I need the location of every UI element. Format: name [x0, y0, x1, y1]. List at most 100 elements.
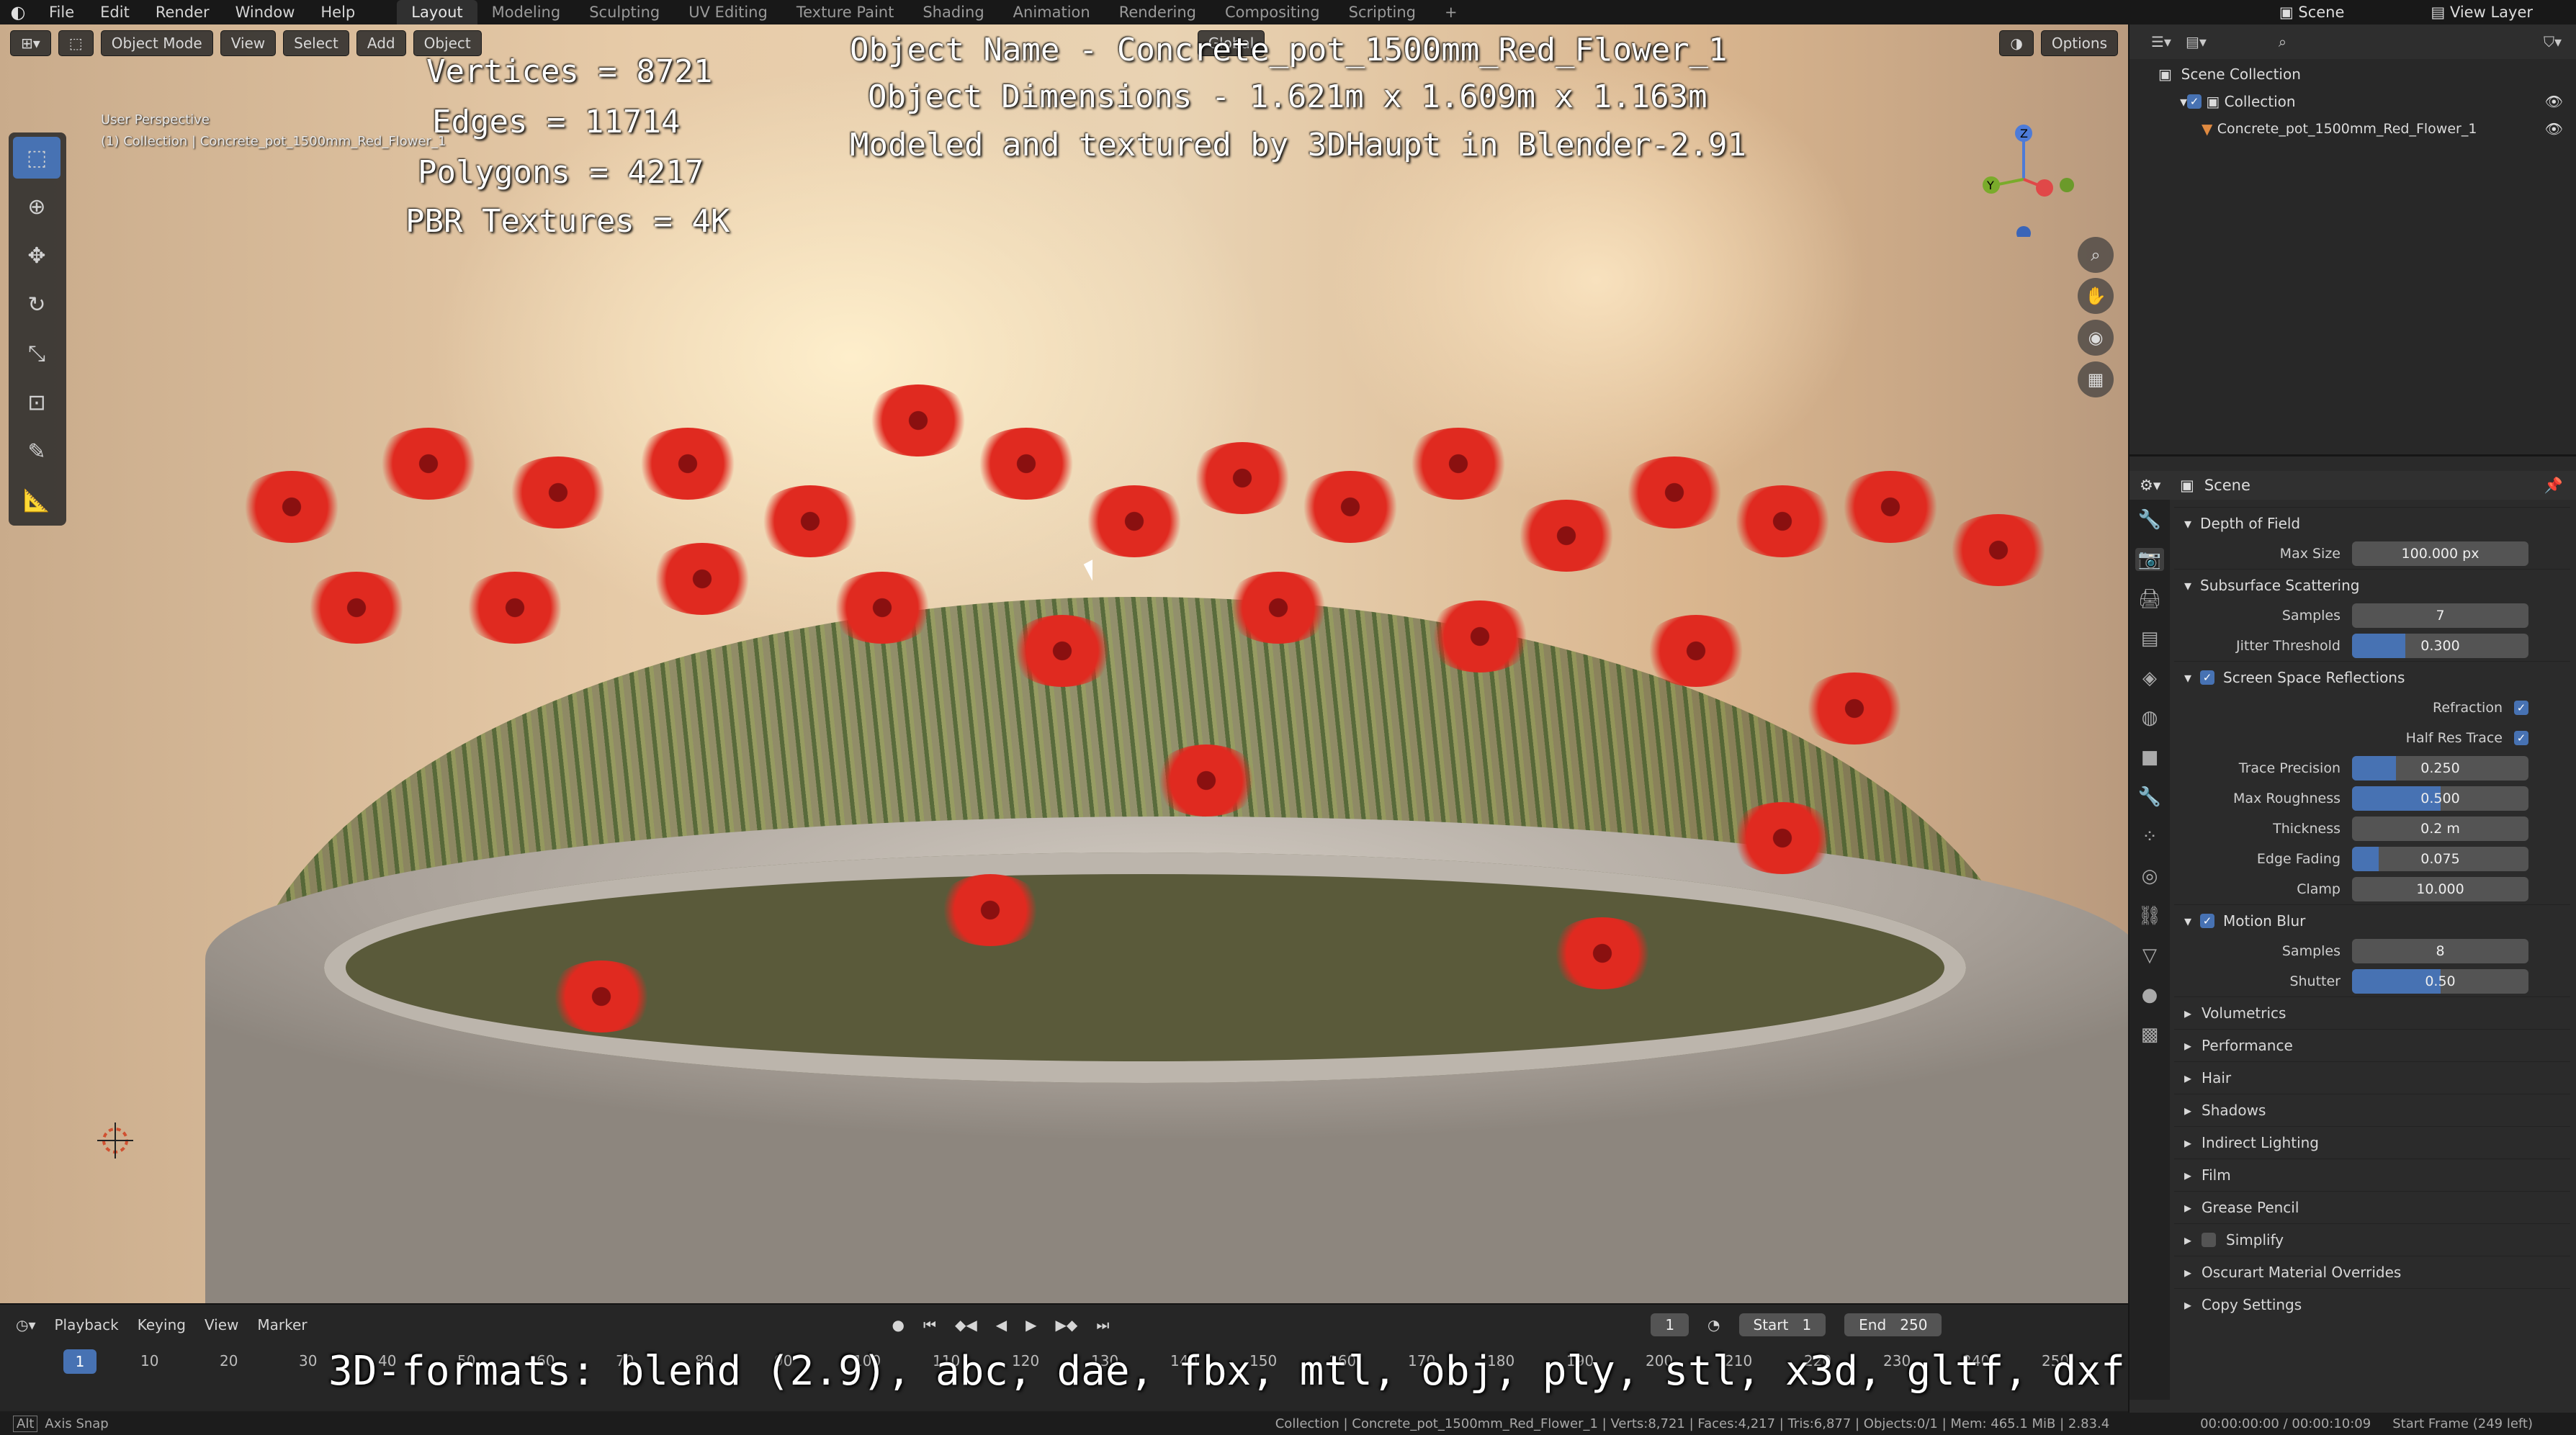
- scene-tab-icon[interactable]: ◈: [2135, 667, 2164, 690]
- panel-film[interactable]: ▸ Film: [2174, 1159, 2570, 1191]
- panel-performance[interactable]: ▸ Performance: [2174, 1029, 2570, 1061]
- particles-tab-icon[interactable]: ⁘: [2135, 825, 2164, 848]
- record-icon[interactable]: ●: [892, 1316, 905, 1333]
- play-icon[interactable]: ▶: [1026, 1316, 1036, 1333]
- refraction-checkbox[interactable]: ✓: [2514, 701, 2528, 715]
- viewport-menu-add[interactable]: Add: [356, 30, 406, 56]
- ssr-enable-checkbox[interactable]: ✓: [2200, 670, 2215, 685]
- data-tab-icon[interactable]: ▽: [2135, 944, 2164, 967]
- jitter-threshold-slider[interactable]: 0.300: [2352, 634, 2528, 658]
- transform-tool-icon[interactable]: ⊡: [13, 382, 60, 423]
- filter-icon[interactable]: ⛉▾: [2544, 33, 2562, 50]
- sss-samples-field[interactable]: 7: [2352, 603, 2528, 628]
- menu-edit[interactable]: Edit: [87, 4, 143, 21]
- cursor-tool-icon[interactable]: ⊕: [13, 186, 60, 228]
- collection-checkbox[interactable]: ✓: [2187, 94, 2202, 109]
- panel-shadows[interactable]: ▸ Shadows: [2174, 1094, 2570, 1126]
- half-res-trace-checkbox[interactable]: ✓: [2514, 731, 2528, 745]
- clamp-field[interactable]: 10.000: [2352, 877, 2528, 901]
- timeline-editor-icon[interactable]: ◷▾: [16, 1316, 36, 1333]
- 3d-viewport[interactable]: ⊞▾ ⬚ Object Mode View Select Add Object …: [0, 24, 2128, 1303]
- constraints-tab-icon[interactable]: ⛓: [2135, 904, 2164, 927]
- playhead[interactable]: 1: [63, 1349, 97, 1374]
- keying-menu[interactable]: Keying: [138, 1316, 186, 1333]
- world-tab-icon[interactable]: ◍: [2135, 706, 2164, 729]
- panel-oscurart-material-overrides[interactable]: ▸ Oscurart Material Overrides: [2174, 1256, 2570, 1288]
- tab-scripting[interactable]: Scripting: [1334, 0, 1430, 24]
- menu-window[interactable]: Window: [223, 4, 308, 21]
- outliner-row-object[interactable]: ▼ Concrete_pot_1500mm_Red_Flower_1 👁: [2130, 115, 2576, 143]
- motion-blur-checkbox[interactable]: ✓: [2200, 913, 2215, 928]
- navigation-gizmo[interactable]: Z Y: [1970, 107, 2078, 237]
- select-box-tool-icon[interactable]: ⬚: [13, 137, 60, 179]
- ortho-grid-icon[interactable]: ▦: [2078, 361, 2114, 397]
- panel-copy-settings[interactable]: ▸ Copy Settings: [2174, 1288, 2570, 1321]
- next-keyframe-icon[interactable]: ▶◆: [1056, 1316, 1078, 1333]
- tab-sculpting[interactable]: Sculpting: [575, 0, 674, 24]
- current-frame-field[interactable]: 1: [1651, 1313, 1689, 1336]
- shutter-slider[interactable]: 0.50: [2352, 969, 2528, 994]
- properties-editor-icon[interactable]: ⚙▾: [2140, 477, 2160, 494]
- move-tool-icon[interactable]: ✥: [13, 235, 60, 276]
- scale-tool-icon[interactable]: ⤡: [13, 333, 60, 374]
- physics-tab-icon[interactable]: ◎: [2135, 865, 2164, 888]
- view-layer-tab-icon[interactable]: ▤: [2135, 627, 2164, 650]
- end-frame-field[interactable]: End 250: [1844, 1313, 1942, 1336]
- timeline-view-menu[interactable]: View: [205, 1316, 238, 1333]
- tab-rendering[interactable]: Rendering: [1105, 0, 1211, 24]
- menu-render[interactable]: Render: [143, 4, 223, 21]
- max-roughness-slider[interactable]: 0.500: [2352, 786, 2528, 811]
- select-mode-button[interactable]: ⬚: [58, 30, 94, 56]
- camera-view-icon[interactable]: ◉: [2078, 320, 2114, 356]
- output-tab-icon[interactable]: 🖨: [2135, 588, 2164, 611]
- visibility-eye-icon[interactable]: 👁: [2545, 120, 2563, 138]
- options-dropdown[interactable]: Options: [2040, 30, 2118, 56]
- object-tab-icon[interactable]: ■: [2135, 746, 2164, 769]
- tab-animation[interactable]: Animation: [999, 0, 1105, 24]
- panel-screen-space-reflections[interactable]: ▾ ✓ Screen Space Reflections: [2174, 661, 2570, 693]
- panel-grease-pencil[interactable]: ▸ Grease Pencil: [2174, 1191, 2570, 1223]
- annotate-tool-icon[interactable]: ✎: [13, 431, 60, 472]
- tab-texture-paint[interactable]: Texture Paint: [782, 0, 909, 24]
- tab-shading[interactable]: Shading: [908, 0, 998, 24]
- viewport-menu-object[interactable]: Object: [413, 30, 482, 56]
- simplify-checkbox[interactable]: [2202, 1233, 2217, 1247]
- material-tab-icon[interactable]: ●: [2135, 984, 2164, 1007]
- blender-logo-icon[interactable]: ◐: [0, 0, 36, 24]
- outliner-editor-icon[interactable]: ☰▾: [2151, 33, 2171, 50]
- object-mode-dropdown[interactable]: Object Mode: [100, 30, 213, 56]
- edge-fading-slider[interactable]: 0.075: [2352, 847, 2528, 871]
- menu-help[interactable]: Help: [308, 4, 368, 21]
- outliner-row-scene-collection[interactable]: ▣ Scene Collection: [2130, 60, 2576, 88]
- prev-keyframe-icon[interactable]: ◆◀: [955, 1316, 977, 1333]
- view-layer-selector[interactable]: ▤ View Layer: [2431, 4, 2533, 21]
- texture-tab-icon[interactable]: ▩: [2135, 1023, 2164, 1046]
- panel-indirect-lighting[interactable]: ▸ Indirect Lighting: [2174, 1126, 2570, 1159]
- play-reverse-icon[interactable]: ◀: [996, 1316, 1007, 1333]
- shading-solid-icon[interactable]: ◑: [1999, 30, 2034, 56]
- panel-subsurface-scattering[interactable]: ▾ Subsurface Scattering: [2174, 569, 2570, 600]
- tab-layout[interactable]: Layout: [397, 0, 477, 24]
- viewport-menu-view[interactable]: View: [220, 30, 277, 56]
- panel-simplify[interactable]: ▸ Simplify: [2174, 1223, 2570, 1256]
- playback-menu[interactable]: Playback: [55, 1316, 119, 1333]
- mb-samples-field[interactable]: 8: [2352, 939, 2528, 963]
- modifier-tab-icon[interactable]: 🔧: [2135, 786, 2164, 809]
- panel-volumetrics[interactable]: ▸ Volumetrics: [2174, 997, 2570, 1029]
- panel-motion-blur[interactable]: ▾ ✓ Motion Blur: [2174, 904, 2570, 936]
- editor-type-button[interactable]: ⊞▾: [10, 30, 51, 56]
- menu-file[interactable]: File: [36, 4, 87, 21]
- stopwatch-icon[interactable]: ◔: [1707, 1316, 1720, 1333]
- measure-tool-icon[interactable]: 📐: [13, 480, 60, 521]
- add-workspace-icon[interactable]: +: [1430, 0, 1472, 24]
- outliner-row-collection[interactable]: ▾ ✓ ▣ Collection 👁: [2130, 88, 2576, 115]
- outliner-search-icon[interactable]: ⌕: [2279, 33, 2286, 50]
- scene-selector[interactable]: ▣ Scene: [2279, 4, 2345, 21]
- zoom-icon[interactable]: ⌕: [2078, 237, 2114, 273]
- viewport-menu-select[interactable]: Select: [283, 30, 349, 56]
- max-size-field[interactable]: 100.000 px: [2352, 541, 2528, 566]
- thickness-field[interactable]: 0.2 m: [2352, 817, 2528, 841]
- display-mode-icon[interactable]: ▤▾: [2186, 33, 2207, 50]
- marker-menu[interactable]: Marker: [257, 1316, 307, 1333]
- pan-hand-icon[interactable]: ✋: [2078, 278, 2114, 314]
